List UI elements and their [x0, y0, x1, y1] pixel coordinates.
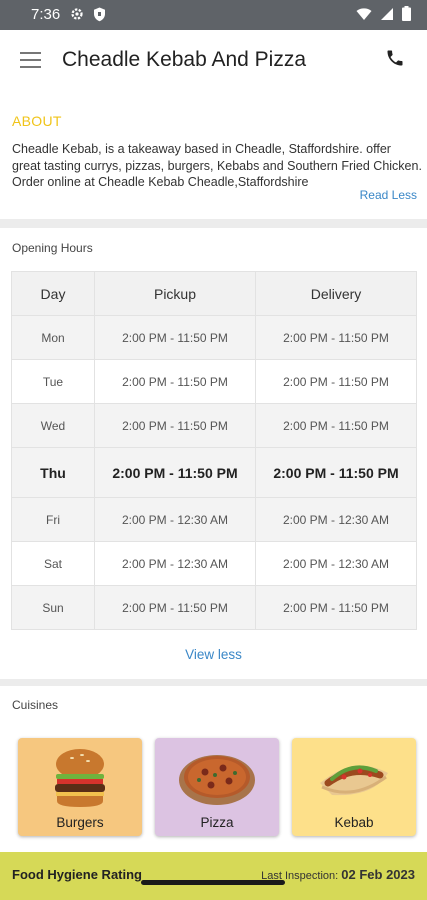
phone-icon[interactable] — [385, 48, 405, 73]
column-header-delivery: Delivery — [255, 271, 417, 316]
read-less-link[interactable]: Read Less — [360, 188, 417, 202]
day-cell: Sat — [11, 541, 95, 586]
wifi-icon — [356, 7, 372, 26]
cuisine-card-burgers[interactable]: Burgers — [18, 738, 142, 836]
food-hygiene-title: Food Hygiene Rating — [12, 867, 142, 882]
table-row: Wed 2:00 PM - 11:50 PM 2:00 PM - 11:50 P… — [11, 403, 417, 448]
pickup-cell: 2:00 PM - 11:50 PM — [94, 447, 256, 498]
delivery-cell: 2:00 PM - 12:30 AM — [255, 497, 417, 542]
about-description: Cheadle Kebab, is a takeaway based in Ch… — [12, 142, 422, 189]
cuisine-label: Pizza — [200, 815, 234, 830]
table-row: Tue 2:00 PM - 11:50 PM 2:00 PM - 11:50 P… — [11, 359, 417, 404]
cuisine-label: Kebab — [334, 815, 374, 830]
pizza-icon — [155, 738, 279, 818]
delivery-cell: 2:00 PM - 11:50 PM — [255, 585, 417, 630]
status-bar: 7:36 — [0, 0, 427, 30]
table-row-today: Thu 2:00 PM - 11:50 PM 2:00 PM - 11:50 P… — [11, 447, 417, 498]
opening-hours-title: Opening Hours — [12, 241, 93, 255]
app-bar: Cheadle Kebab And Pizza — [0, 30, 427, 92]
delivery-cell: 2:00 PM - 12:30 AM — [255, 541, 417, 586]
cuisine-card-kebab[interactable]: Kebab — [292, 738, 416, 836]
shield-status-icon — [93, 7, 106, 27]
food-hygiene-bar: Food Hygiene Rating Last Inspection: 02 … — [0, 852, 427, 900]
cuisine-label: Burgers — [56, 815, 104, 830]
pickup-cell: 2:00 PM - 11:50 PM — [94, 585, 256, 630]
opening-hours-table: Day Pickup Delivery Mon 2:00 PM - 11:50 … — [11, 271, 417, 630]
cuisine-card-pizza[interactable]: Pizza — [155, 738, 279, 836]
cuisines-section: Cuisines Burgers Pizza Kebab — [0, 686, 427, 852]
delivery-cell: 2:00 PM - 11:50 PM — [255, 315, 417, 360]
opening-hours-section: Opening Hours Day Pickup Delivery Mon 2:… — [0, 228, 427, 679]
delivery-cell: 2:00 PM - 11:50 PM — [255, 359, 417, 404]
pickup-cell: 2:00 PM - 11:50 PM — [94, 359, 256, 404]
cuisines-title: Cuisines — [12, 698, 59, 712]
day-cell: Wed — [11, 403, 95, 448]
about-section: ABOUT Cheadle Kebab, is a takeaway based… — [0, 92, 427, 219]
table-row: Sat 2:00 PM - 12:30 AM 2:00 PM - 12:30 A… — [11, 541, 417, 586]
battery-icon — [402, 6, 411, 26]
column-header-pickup: Pickup — [94, 271, 256, 316]
pickup-cell: 2:00 PM - 12:30 AM — [94, 541, 256, 586]
settings-status-icon — [70, 7, 84, 26]
status-time: 7:36 — [31, 6, 61, 23]
delivery-cell: 2:00 PM - 11:50 PM — [255, 403, 417, 448]
table-row: Fri 2:00 PM - 12:30 AM 2:00 PM - 12:30 A… — [11, 497, 417, 542]
pickup-cell: 2:00 PM - 11:50 PM — [94, 403, 256, 448]
burger-icon — [18, 738, 142, 818]
pickup-cell: 2:00 PM - 12:30 AM — [94, 497, 256, 542]
page-title: Cheadle Kebab And Pizza — [62, 48, 307, 71]
day-cell: Sun — [11, 585, 95, 630]
day-cell: Mon — [11, 315, 95, 360]
pickup-cell: 2:00 PM - 11:50 PM — [94, 315, 256, 360]
delivery-cell: 2:00 PM - 11:50 PM — [255, 447, 417, 498]
day-cell: Fri — [11, 497, 95, 542]
day-cell: Tue — [11, 359, 95, 404]
table-header-row: Day Pickup Delivery — [11, 271, 417, 316]
view-less-link[interactable]: View less — [0, 647, 427, 662]
last-inspection-date: 02 Feb 2023 — [341, 867, 415, 882]
gesture-nav-handle[interactable] — [141, 880, 285, 885]
hamburger-menu-icon[interactable] — [20, 52, 41, 68]
table-row: Sun 2:00 PM - 11:50 PM 2:00 PM - 11:50 P… — [11, 585, 417, 630]
about-title: ABOUT — [12, 113, 62, 129]
column-header-day: Day — [11, 271, 95, 316]
table-row: Mon 2:00 PM - 11:50 PM 2:00 PM - 11:50 P… — [11, 315, 417, 360]
kebab-icon — [292, 738, 416, 818]
signal-icon — [380, 7, 394, 26]
day-cell: Thu — [11, 447, 95, 498]
